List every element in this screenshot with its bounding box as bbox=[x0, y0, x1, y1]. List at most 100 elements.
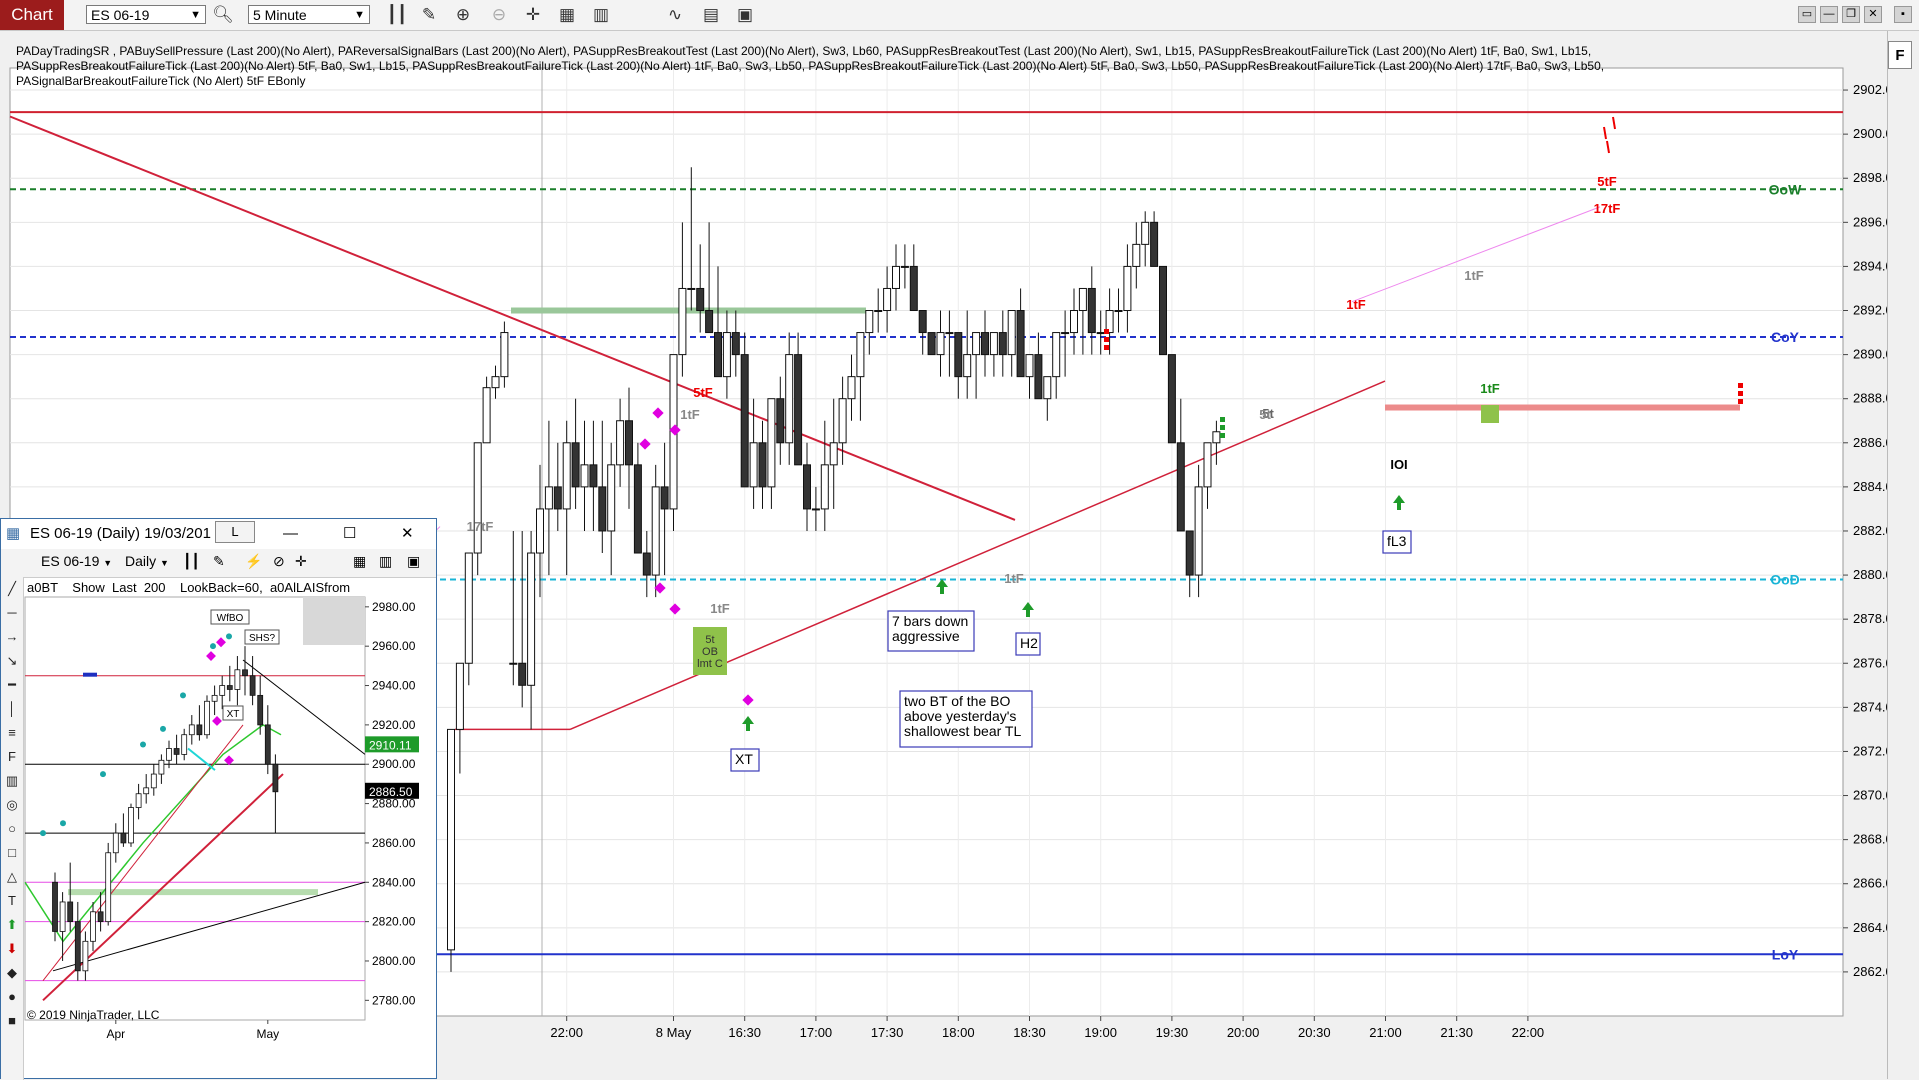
properties-icon[interactable]: ▤ bbox=[700, 4, 722, 26]
daily-candle-body bbox=[173, 748, 180, 755]
ytick-label: 2876.00 bbox=[1853, 655, 1887, 670]
trend-line-icon[interactable]: ╱ bbox=[1, 577, 23, 601]
note-box-text: XT bbox=[735, 751, 753, 767]
candle-body bbox=[936, 332, 945, 356]
zoom-out-icon[interactable]: ⊖ bbox=[488, 4, 510, 26]
rectangle-icon[interactable]: □ bbox=[1, 841, 23, 865]
pencil-icon[interactable]: ✎ bbox=[213, 553, 225, 570]
vertical-line-icon[interactable]: │ bbox=[1, 697, 23, 721]
level-label: OoD bbox=[1770, 571, 1800, 587]
daily-instrument-selector[interactable]: ES 06-19 ▼ bbox=[41, 553, 112, 569]
daily-window-badge[interactable]: L bbox=[215, 521, 255, 543]
tile-icon[interactable]: ▭ bbox=[1798, 6, 1816, 23]
close-button[interactable]: ✕ bbox=[1864, 6, 1882, 23]
support-zone bbox=[511, 307, 866, 314]
daily-chart-window[interactable]: ▦ ES 06-19 (Daily) 19/03/201 L — ☐ ✕ ES … bbox=[0, 518, 437, 1080]
candle-body bbox=[651, 486, 660, 576]
zoom-icon[interactable]: ⊘ bbox=[273, 553, 285, 570]
daily-candle-body bbox=[242, 669, 248, 677]
annotation-label: 5tF bbox=[693, 385, 713, 400]
strategy-icon[interactable]: ▥ bbox=[379, 553, 392, 570]
candle-body bbox=[633, 464, 642, 554]
minimize-button[interactable]: — bbox=[283, 519, 298, 549]
snapshot-icon[interactable]: ▣ bbox=[734, 4, 756, 26]
arrow-down-icon[interactable]: ⬇ bbox=[1, 937, 23, 961]
daily-price-chart[interactable]: 2980.002960.002940.002920.002900.002880.… bbox=[23, 577, 436, 1080]
candle-body bbox=[696, 287, 705, 312]
zoom-in-icon[interactable]: ⊕ bbox=[452, 4, 474, 26]
daily-candle-body bbox=[97, 911, 104, 923]
chart-tab[interactable]: Chart bbox=[0, 0, 64, 30]
annotation-label: 1tF bbox=[680, 407, 700, 422]
ytick-label: 2896.00 bbox=[1853, 214, 1887, 229]
dot-icon[interactable]: ● bbox=[1, 985, 23, 1009]
ray-icon[interactable]: ↘ bbox=[1, 649, 23, 673]
line-icon[interactable]: ─ bbox=[1, 601, 23, 625]
candle-body bbox=[571, 442, 580, 488]
indicators-icon[interactable]: ∿ bbox=[664, 4, 686, 26]
xtick-label: 17:30 bbox=[871, 1025, 904, 1040]
minimize-button[interactable]: — bbox=[1820, 6, 1838, 23]
search-icon[interactable]: 🔍︎ bbox=[212, 4, 234, 26]
crosshair-icon[interactable]: ✛ bbox=[522, 4, 544, 26]
interval-selector[interactable]: 5 Minute ▼ bbox=[248, 5, 370, 24]
ytick-label: 2898.00 bbox=[1853, 170, 1887, 185]
drawing-tools-icon[interactable]: ⚡ bbox=[245, 553, 262, 570]
candle-body bbox=[500, 332, 509, 378]
arrow-up-icon[interactable]: ⬆ bbox=[1, 913, 23, 937]
square-icon[interactable]: ■ bbox=[1, 1009, 23, 1033]
daily-window-titlebar[interactable]: ▦ ES 06-19 (Daily) 19/03/201 L — ☐ ✕ bbox=[1, 519, 436, 550]
daily-candle-body bbox=[105, 852, 112, 923]
maximize-button[interactable]: ☐ bbox=[343, 519, 356, 549]
arrow-icon[interactable]: → bbox=[1, 625, 23, 649]
candle-body bbox=[740, 354, 749, 488]
daily-interval-selector[interactable]: Daily ▼ bbox=[125, 553, 169, 569]
crosshair-icon[interactable]: ✛ bbox=[295, 553, 307, 570]
candle-body bbox=[856, 332, 865, 378]
restore-button[interactable]: ❐ bbox=[1842, 6, 1860, 23]
ellipse-icon[interactable]: ○ bbox=[1, 817, 23, 841]
pin-icon[interactable]: ▪ bbox=[1894, 6, 1912, 23]
daily-candle-body bbox=[272, 763, 279, 793]
candle-body bbox=[518, 662, 527, 686]
diamond-icon[interactable]: ◆ bbox=[1, 961, 23, 985]
strategy-icon[interactable]: ▥ bbox=[590, 4, 612, 26]
daily-ytick-label: 2840.00 bbox=[372, 875, 416, 889]
snapshot-icon[interactable]: ▣ bbox=[407, 553, 420, 570]
text-icon[interactable]: T bbox=[1, 889, 23, 913]
instrument-selector[interactable]: ES 06-19 ▼ bbox=[86, 5, 206, 24]
channel-icon[interactable]: ≡ bbox=[1, 721, 23, 745]
triangle-icon[interactable]: △ bbox=[1, 865, 23, 889]
annotation-label: 5t bbox=[1259, 407, 1271, 422]
chevron-down-icon: ▼ bbox=[354, 9, 365, 21]
spiral-icon[interactable]: ◎ bbox=[1, 793, 23, 817]
daily-candle-body bbox=[112, 832, 119, 854]
candle-body bbox=[491, 376, 500, 389]
pencil-icon[interactable]: ✎ bbox=[418, 4, 440, 26]
daily-window-title: ES 06-19 (Daily) 19/03/201 bbox=[30, 525, 211, 542]
candle-body bbox=[803, 464, 811, 510]
ytick-label: 2894.00 bbox=[1853, 258, 1887, 273]
chevron-down-icon: ▼ bbox=[160, 558, 169, 568]
daily-note-text: WfBO bbox=[217, 613, 244, 624]
daily-dot-marker bbox=[100, 771, 106, 778]
xtick-label: 19:30 bbox=[1156, 1025, 1189, 1040]
data-box-icon[interactable]: ▦ bbox=[556, 4, 578, 26]
bar-type-icon[interactable]: ┃┃ bbox=[183, 553, 200, 570]
gann-icon[interactable]: ▥ bbox=[1, 769, 23, 793]
data-box-icon[interactable]: ▦ bbox=[353, 553, 366, 570]
bar-type-icon[interactable]: ┃┃ bbox=[386, 4, 408, 26]
candle-body bbox=[1203, 442, 1212, 488]
chart-properties-button[interactable]: F bbox=[1888, 41, 1912, 69]
fibonacci-icon[interactable]: F bbox=[1, 745, 23, 769]
daily-dot-marker bbox=[40, 830, 46, 837]
chevron-down-icon: ▼ bbox=[103, 558, 113, 568]
daily-candle-body bbox=[67, 901, 74, 923]
daily-dot-marker bbox=[226, 633, 232, 640]
annotation-label: 1tF bbox=[1346, 297, 1366, 312]
close-button[interactable]: ✕ bbox=[401, 519, 414, 549]
horizontal-line-icon[interactable]: ━ bbox=[1, 673, 23, 697]
daily-marker bbox=[83, 672, 97, 677]
ytick-label: 2872.00 bbox=[1853, 743, 1887, 758]
candle-body bbox=[900, 265, 909, 268]
